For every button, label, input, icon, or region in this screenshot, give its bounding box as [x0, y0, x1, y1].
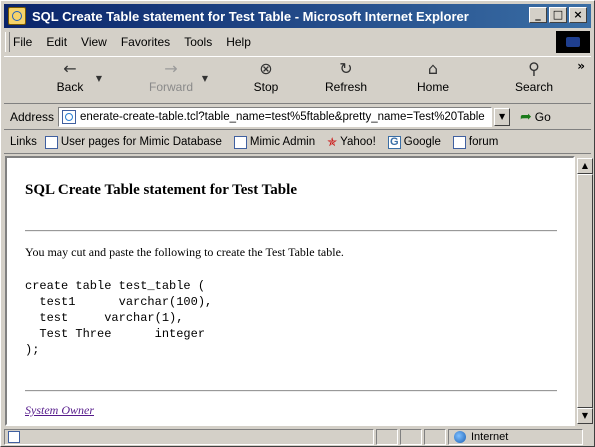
menu-edit[interactable]: Edit	[46, 35, 67, 49]
link-user-pages[interactable]: User pages for Mimic Database	[44, 135, 222, 149]
home-icon: ⌂	[427, 59, 439, 78]
scroll-down-arrow-icon[interactable]: ▼	[577, 408, 593, 424]
page-link-icon	[452, 135, 466, 149]
menu-view[interactable]: View	[81, 35, 107, 49]
menu-bar: File Edit View Favorites Tools Help	[5, 31, 265, 53]
menu-favorites[interactable]: Favorites	[121, 35, 170, 49]
page-content: SQL Create Table statement for Test Tabl…	[5, 156, 575, 426]
menu-tools[interactable]: Tools	[184, 35, 212, 49]
ie-logo-icon	[8, 7, 26, 25]
home-button[interactable]: ⌂ Home	[410, 60, 456, 100]
forward-button[interactable]: → Forward ▼	[144, 59, 208, 100]
minimize-button[interactable]: _	[529, 7, 547, 23]
page-link-icon	[44, 135, 58, 149]
links-bar: Links User pages for Mimic Database Mimi…	[4, 131, 591, 154]
address-bar: Address enerate-create-table.tcl?table_n…	[4, 105, 591, 130]
status-cell	[376, 429, 398, 445]
security-zone: Internet	[448, 429, 583, 445]
go-arrow-icon: ➦	[520, 109, 532, 125]
menu-file[interactable]: File	[13, 35, 32, 49]
status-bar: Internet	[4, 428, 591, 446]
toolbar-overflow-chevron-icon[interactable]: »	[577, 59, 585, 73]
refresh-icon: ↻	[339, 59, 353, 78]
status-cell	[400, 429, 422, 445]
yahoo-icon: ✯	[327, 134, 338, 149]
search-icon: ⚲	[528, 59, 540, 78]
back-button[interactable]: ← Back ▼	[48, 59, 102, 100]
status-cell	[424, 429, 446, 445]
menu-grip[interactable]	[5, 32, 10, 52]
link-mimic-admin[interactable]: Mimic Admin	[233, 135, 315, 149]
go-button[interactable]: ➦ Go	[520, 109, 551, 125]
menu-help[interactable]: Help	[226, 35, 251, 49]
page-heading: SQL Create Table statement for Test Tabl…	[25, 182, 297, 198]
title-bar[interactable]: SQL Create Table statement for Test Tabl…	[4, 4, 591, 28]
window-title: SQL Create Table statement for Test Tabl…	[32, 8, 469, 24]
vertical-scrollbar[interactable]: ▲ ▼	[577, 158, 593, 424]
address-label: Address	[10, 110, 55, 124]
scroll-thumb[interactable]	[577, 174, 593, 408]
page-status-icon	[8, 431, 20, 443]
close-button[interactable]: ×	[569, 7, 587, 23]
refresh-button[interactable]: ↻ Refresh	[318, 60, 374, 100]
stop-icon: ⊗	[259, 59, 273, 78]
link-google[interactable]: G Google	[387, 135, 441, 149]
page-icon	[62, 110, 77, 124]
divider	[25, 390, 557, 392]
back-arrow-icon: ←	[63, 59, 77, 78]
browser-window: SQL Create Table statement for Test Tabl…	[0, 0, 595, 447]
internet-globe-icon	[454, 431, 466, 443]
back-dropdown-icon[interactable]: ▼	[96, 74, 102, 83]
link-yahoo[interactable]: ✯ Yahoo!	[327, 134, 376, 149]
search-button[interactable]: ⚲ Search	[504, 60, 564, 100]
system-owner-link[interactable]: System Owner	[25, 403, 94, 418]
status-text-cell	[4, 429, 374, 445]
sql-code-block: create table test_table ( test1 varchar(…	[25, 279, 213, 357]
divider	[25, 230, 557, 232]
scroll-up-arrow-icon[interactable]: ▲	[577, 158, 593, 174]
forward-arrow-icon: →	[164, 59, 178, 78]
address-url[interactable]: enerate-create-table.tcl?table_name=test…	[80, 111, 485, 123]
stop-button[interactable]: ⊗ Stop	[244, 60, 288, 100]
google-icon: G	[387, 135, 401, 149]
window-controls: _ □ ×	[529, 7, 587, 23]
address-dropdown-button[interactable]: ▼	[494, 108, 511, 126]
maximize-button[interactable]: □	[549, 7, 567, 23]
address-input[interactable]: enerate-create-table.tcl?table_name=test…	[58, 107, 493, 127]
page-link-icon	[233, 135, 247, 149]
intro-text: You may cut and paste the following to c…	[25, 245, 344, 259]
forward-dropdown-icon[interactable]: ▼	[202, 74, 208, 83]
links-label: Links	[10, 136, 37, 148]
link-forum[interactable]: forum	[452, 135, 498, 149]
standard-toolbar: ← Back ▼ → Forward ▼ ⊗ Stop ↻ Refresh ⌂ …	[4, 56, 591, 104]
windows-logo-throbber	[556, 31, 590, 53]
